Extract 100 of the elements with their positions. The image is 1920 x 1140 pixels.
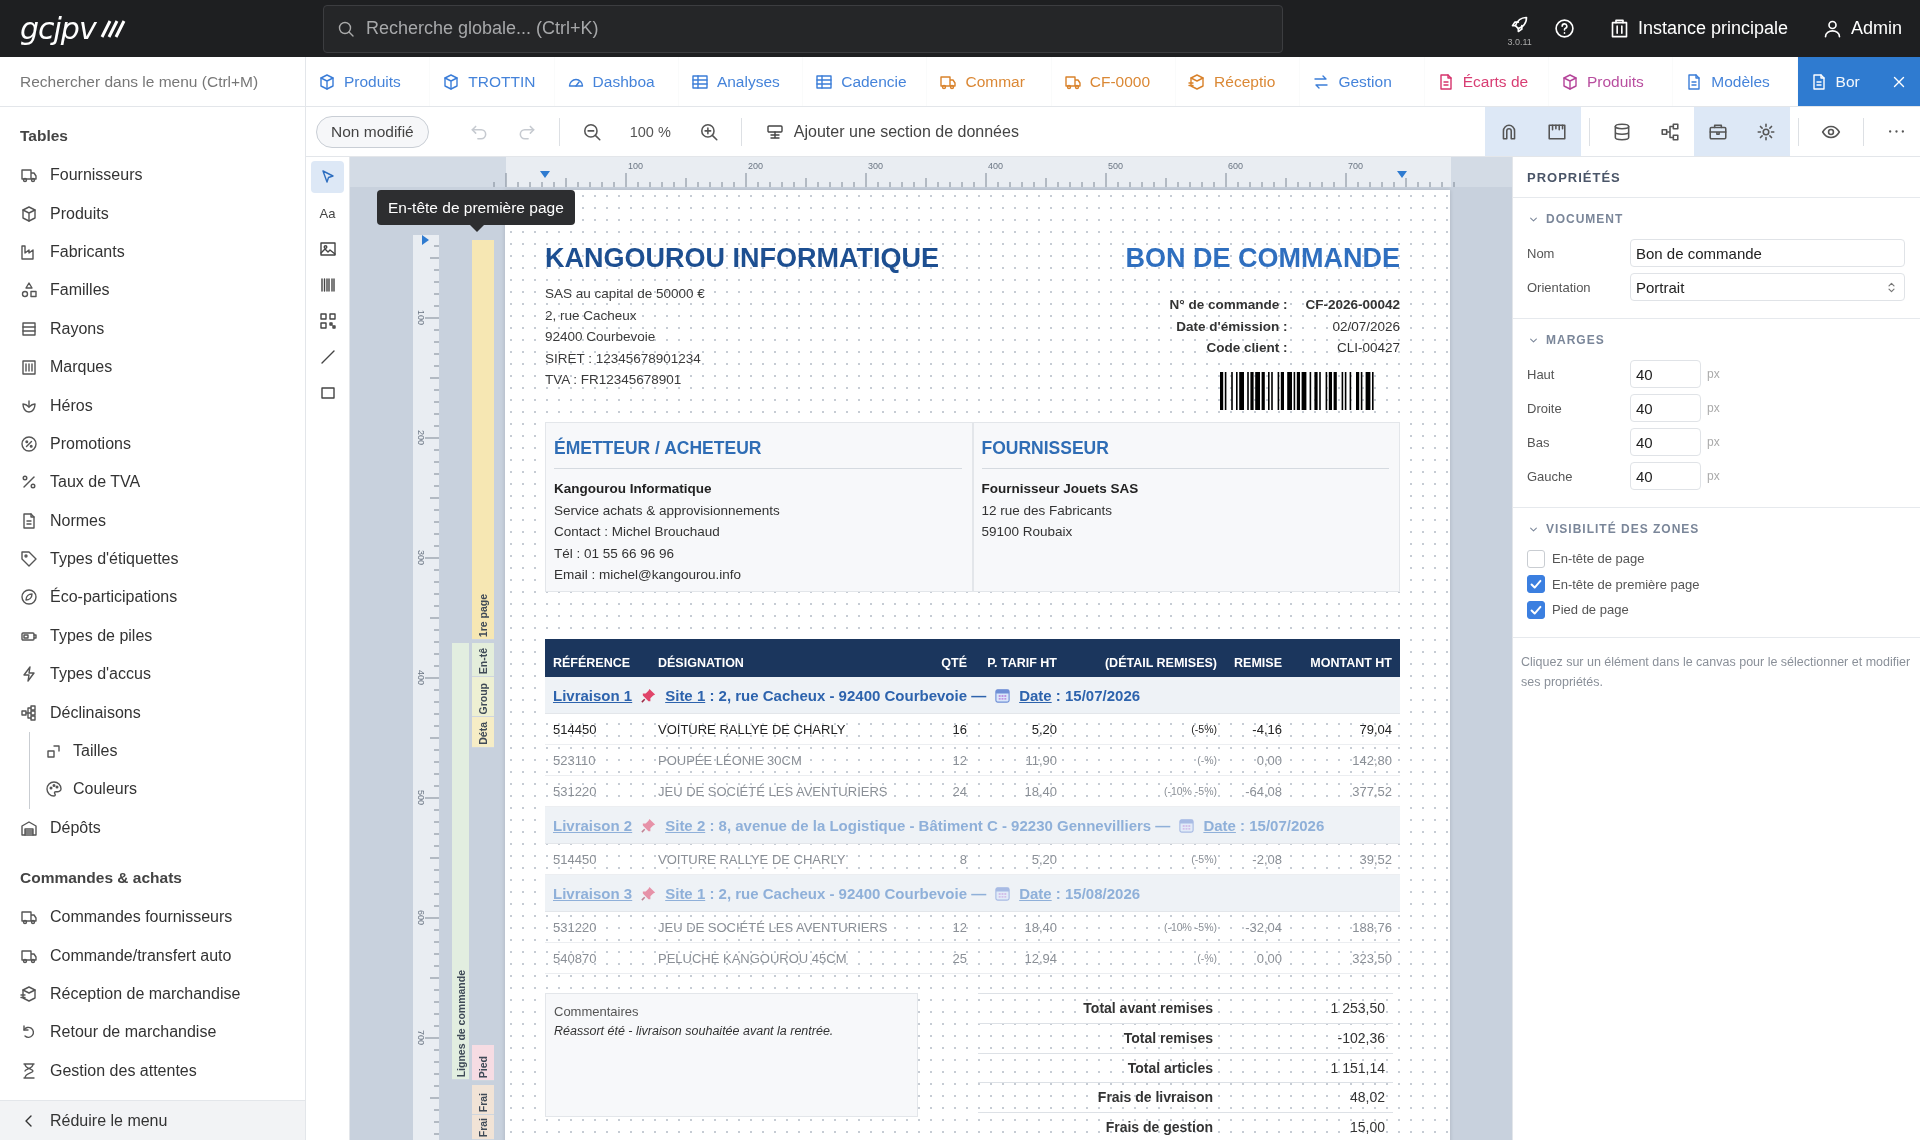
pushpin-icon [640, 686, 658, 704]
menu-item[interactable]: Héros [0, 386, 113, 425]
margin-field[interactable]: 40 [1630, 360, 1701, 388]
margin-field[interactable]: 40 [1630, 394, 1701, 422]
menu-item[interactable]: Éco-participations [0, 578, 198, 617]
menu-item[interactable]: Marques [0, 347, 133, 387]
checkbox[interactable] [1527, 575, 1545, 594]
zone-band[interactable]: Lignes de commande [452, 643, 469, 1080]
table-cell-text: 531220 [552, 919, 598, 935]
menu-item[interactable]: Couleurs [30, 770, 158, 809]
margin-field[interactable]: 40 [1630, 462, 1701, 490]
menu-item[interactable]: Déclinaisons [0, 693, 161, 732]
tab[interactable]: Cadencie [803, 57, 928, 106]
add-section-button[interactable]: Ajouter une section de données [749, 122, 1035, 141]
checkbox-label: En-tête de première page [1552, 576, 1700, 592]
tab[interactable]: Écarts de [1424, 57, 1549, 106]
section-header[interactable]: DOCUMENT [1527, 208, 1624, 230]
table-cell-text: JEU DE SOCIÉTÉ LES AVENTURIERS [657, 919, 889, 935]
ruler-button[interactable] [1533, 107, 1581, 156]
user-button[interactable]: Admin [1821, 4, 1902, 53]
zone-band[interactable]: En-tê [472, 643, 494, 677]
tab[interactable]: Produits [1548, 57, 1674, 106]
column-header: P. TARIF HT [986, 655, 1058, 670]
gear-button[interactable] [1742, 107, 1790, 156]
menu-item[interactable]: Dépôts [0, 808, 121, 848]
table-cell-text: PELUCHE KANGOUROU 45CM [657, 950, 848, 966]
name-field[interactable]: Bon de commande [1630, 239, 1905, 267]
magnet-button[interactable] [1485, 107, 1533, 156]
margin-field[interactable]: 40 [1630, 428, 1701, 456]
palette-icon [45, 780, 63, 799]
table-cell-text: 18,40 [1023, 919, 1058, 935]
date-link[interactable]: Date [1019, 686, 1052, 704]
menu-item[interactable]: Commandes fournisseurs [0, 898, 253, 937]
menu-item[interactable]: Tailles [30, 731, 138, 771]
zone-band[interactable]: Frai [472, 1115, 494, 1140]
field-label: Nom [1527, 245, 1556, 261]
menu-item[interactable]: Promotions [0, 424, 151, 464]
field-label: Bas [1527, 434, 1551, 450]
instance-button[interactable]: Instance principale [1608, 4, 1788, 53]
zone-band[interactable]: Frai [472, 1085, 494, 1115]
zone-band[interactable]: Group [472, 677, 494, 717]
orientation-select[interactable]: Portrait [1630, 273, 1905, 301]
party-info-line: Service achats & approvisionnements [554, 501, 781, 520]
table-cell-text: 8 [958, 851, 968, 867]
text-tool-button[interactable]: Aa [311, 197, 344, 229]
table-cell-text: 142,80 [1351, 752, 1393, 768]
table-cell-text: 12,94 [1023, 950, 1058, 966]
tab[interactable]: Produits [306, 57, 431, 106]
checkbox[interactable] [1527, 549, 1545, 568]
menu-item[interactable]: Familles [0, 271, 130, 310]
menu-item[interactable]: Taux de TVA [0, 463, 161, 502]
menu-item[interactable]: Types de piles [0, 616, 173, 656]
table-cell-text: 514450 [552, 851, 598, 867]
logo[interactable]: gcjpv [20, 11, 323, 46]
tab[interactable]: TROTTIN [430, 57, 555, 106]
zone-band[interactable]: Déta [472, 717, 494, 748]
unit-label: px [1707, 401, 1720, 415]
stack-icon [20, 319, 38, 338]
checkbox[interactable] [1527, 600, 1545, 619]
tab[interactable]: Bor [1797, 57, 1920, 106]
menu-item[interactable]: Retour de marchandise [0, 1013, 237, 1052]
cursor-tool-button[interactable] [311, 161, 344, 193]
menu-item[interactable]: Fournisseurs [0, 156, 163, 195]
total-label: Total avant remises [978, 993, 1225, 1023]
company-info-line: SIRET : 12345678901234 [545, 349, 702, 368]
menu-item[interactable]: Normes [0, 501, 126, 540]
total-label: Total articles [978, 1052, 1225, 1083]
tab[interactable]: Analyses [678, 57, 804, 106]
delivery-link[interactable]: Livraison 1 [553, 686, 633, 704]
menu-item[interactable]: Produits [0, 194, 129, 233]
search-field[interactable]: Recherche globale... (Ctrl+K) [323, 4, 1283, 53]
search-icon [337, 19, 355, 38]
delivery-heading: Livraison 3 Site 1 : 2, rue Cacheux - 92400 Courbevoie — Date : 15/08/2026 [553, 884, 1141, 902]
menu-item[interactable]: Types d'accus [0, 655, 171, 694]
version-button[interactable]: 3.0.11 [1507, 4, 1532, 53]
site-link[interactable]: Site 1 [665, 686, 706, 704]
total-value: 15,00 [1225, 1112, 1393, 1140]
section-header[interactable]: MARGES [1527, 329, 1605, 351]
section-header[interactable]: VISIBILITÉ DES ZONES [1527, 518, 1700, 540]
table-cell-text: 523110 [552, 752, 597, 768]
menu-item[interactable]: Commande/transfert auto [0, 936, 252, 975]
tab[interactable]: Dashboa [554, 57, 679, 106]
unit-label: px [1707, 469, 1720, 483]
menu-item[interactable]: Types d'étiquettes [0, 539, 199, 579]
toolbox-button[interactable] [1694, 107, 1742, 156]
database-icon [1612, 121, 1632, 142]
menu-item[interactable]: Réception de marchandise [0, 974, 261, 1014]
menu-item[interactable]: Rayons [0, 309, 125, 348]
column-header: REMISE [1233, 655, 1283, 670]
zone-band[interactable]: Pied [472, 1045, 494, 1081]
cube-icon [318, 72, 336, 91]
zone-band[interactable]: 1re page [472, 240, 494, 640]
menu-item[interactable]: Fabricants [0, 232, 145, 272]
menu-item[interactable]: Gestion des attentes [0, 1051, 217, 1090]
company-info-line: SAS au capital de 50000 € [545, 285, 706, 303]
tab[interactable]: Gestion [1300, 57, 1425, 106]
table-cell-text: (-5%) [1190, 853, 1218, 865]
collapse-menu-button[interactable]: Réduire le menu [0, 1100, 305, 1140]
delivery-heading: Livraison 1 Site 1 : 2, rue Cacheux - 92400 Courbevoie — Date : 15/07/2026 [553, 686, 1141, 704]
tab[interactable]: Modèles [1673, 57, 1798, 106]
